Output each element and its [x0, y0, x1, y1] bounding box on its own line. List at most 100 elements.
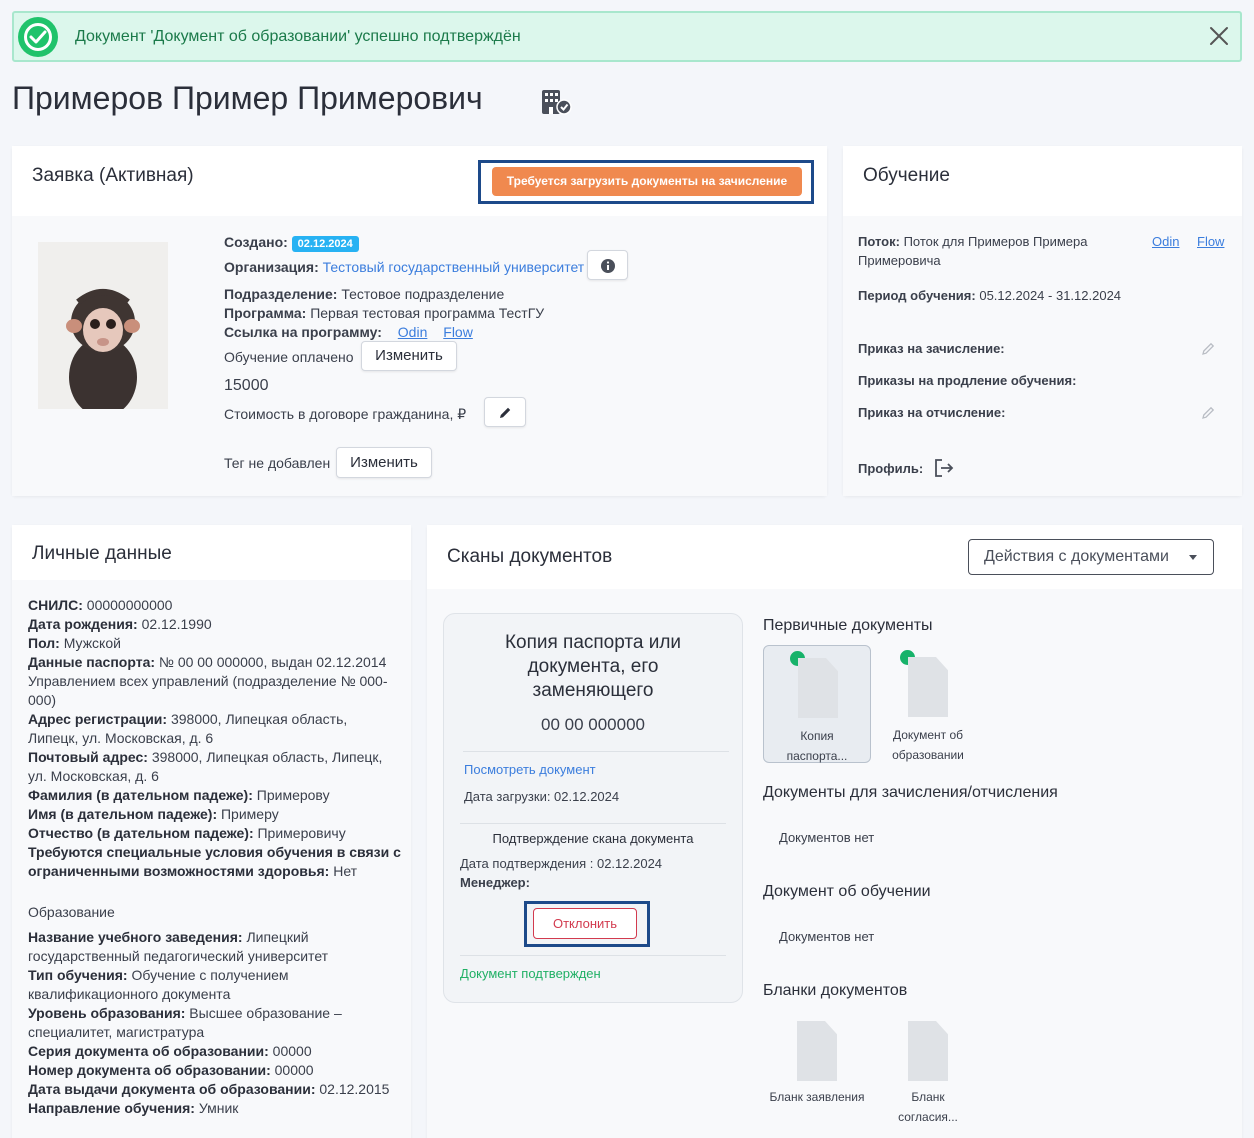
close-icon[interactable] — [1204, 21, 1234, 51]
doc-label: Бланк — [911, 1090, 945, 1104]
primary-docs-header: Первичные документы — [763, 617, 933, 634]
extension-orders-label: Приказы на продление обучения: — [858, 373, 1077, 388]
doc-label: паспорта... — [786, 749, 848, 763]
stream-odin-link[interactable]: Odin — [1152, 234, 1179, 249]
edit-enroll-order-icon[interactable] — [1200, 341, 1216, 362]
confirmed-text: Документ подтвержден — [460, 966, 601, 981]
file-icon — [908, 1021, 948, 1081]
personal-line: Данные паспорта: № 00 00 000000, выдан 0… — [28, 654, 387, 670]
personal-line: Почтовый адрес: 398000, Липецкая область… — [28, 749, 383, 765]
blank-consent[interactable]: Бланк согласия... — [874, 1015, 982, 1125]
personal-line: Управлением всех управлений (подразделен… — [28, 673, 388, 689]
doc-label: согласия... — [898, 1110, 958, 1124]
check-circle-icon — [18, 17, 58, 57]
doc-title-line: заменяющего — [532, 680, 654, 701]
pencil-icon — [500, 407, 511, 418]
personal-data-card: Личные данные СНИЛС: 00000000000 Дата ро… — [12, 525, 411, 1138]
paid-label: Обучение оплачено — [224, 349, 354, 365]
blanks-header: Бланки документов — [763, 982, 908, 999]
personal-line: Адрес регистрации: 398000, Липецкая обла… — [28, 711, 348, 727]
divider — [460, 823, 726, 824]
paid-change-button[interactable]: Изменить — [361, 341, 457, 371]
divider — [463, 751, 729, 752]
stream-label: Поток: — [858, 234, 900, 249]
program-flow-link[interactable]: Flow — [443, 324, 473, 340]
period-label: Период обучения: — [858, 288, 976, 303]
personal-data-list: СНИЛС: 00000000000 Дата рождения: 02.12.… — [28, 596, 403, 1118]
program-value: Первая тестовая программа ТестГУ — [310, 305, 545, 321]
file-icon — [797, 1021, 837, 1081]
program-odin-link[interactable]: Odin — [398, 324, 428, 340]
education-line: Дата выдачи документа об образовании: 02… — [28, 1081, 390, 1097]
blank-application[interactable]: Бланк заявления — [763, 1015, 871, 1125]
personal-line: Требуются специальные условия обучения в… — [28, 844, 401, 860]
period-value: 05.12.2024 - 31.12.2024 — [979, 288, 1122, 303]
created-date-badge: 02.12.2024 — [291, 236, 359, 252]
stream-value: Поток для Примеров Примера — [903, 234, 1088, 249]
personal-line: ограниченными возможностями здоровья: Не… — [28, 863, 358, 879]
personal-line: 000) — [28, 692, 57, 708]
primary-doc-education[interactable]: Документ об образовании — [874, 645, 982, 763]
caret-down-icon — [1189, 555, 1197, 560]
doc-label: Копия — [800, 729, 834, 743]
primary-doc-passport[interactable]: Копия паспорта... — [763, 645, 871, 763]
stream-value-2: Примеровича — [858, 253, 941, 268]
divider — [460, 955, 726, 956]
doc-title-line: документа, его — [527, 656, 659, 677]
file-icon — [908, 657, 948, 717]
doc-label: образовании — [892, 748, 964, 762]
info-icon — [600, 259, 615, 273]
enroll-docs-empty: Документов нет — [779, 830, 875, 845]
personal-title: Личные данные — [32, 543, 172, 564]
passport-doc-card: Копия паспорта или документа, его заменя… — [443, 613, 743, 1003]
view-document-link[interactable]: Посмотреть документ — [464, 762, 596, 777]
confirm-date: Дата подтверждения : 02.12.2024 — [460, 856, 663, 871]
education-line: Название учебного заведения: Липецкий — [28, 929, 309, 945]
program-label: Программа: — [224, 305, 307, 321]
dept-value: Тестовое подразделение — [341, 286, 505, 302]
document-actions-label: Действия с документами — [984, 548, 1169, 565]
education-line: Номер документа об образовании: 00000 — [28, 1062, 314, 1078]
scans-title: Сканы документов — [447, 546, 613, 567]
dept-label: Подразделение: — [224, 286, 338, 302]
edu-doc-empty: Документов нет — [779, 929, 875, 944]
doc-number: 00 00 000000 — [541, 715, 645, 734]
education-line: Тип обучения: Обучение с получением — [28, 967, 289, 983]
application-card: Заявка (Активная) Требуется загрузить до… — [12, 146, 827, 496]
reject-button[interactable]: Отклонить — [533, 908, 637, 939]
tag-change-button[interactable]: Изменить — [336, 447, 432, 478]
personal-line: Пол: Мужской — [28, 635, 121, 651]
page-title: Примеров Пример Примерович — [12, 80, 483, 116]
sign-out-icon[interactable] — [933, 458, 955, 483]
application-title: Заявка (Активная) — [32, 165, 194, 186]
education-line: Серия документа об образовании: 00000 — [28, 1043, 312, 1059]
stream-flow-link[interactable]: Flow — [1197, 234, 1224, 249]
personal-line: Имя (в дательном падеже): Примеру — [28, 806, 279, 822]
edit-cost-button[interactable] — [484, 397, 526, 427]
org-info-button[interactable] — [587, 250, 628, 280]
personal-line: Фамилия (в дательном падеже): Примерову — [28, 787, 330, 803]
upload-date: Дата загрузки: 02.12.2024 — [464, 789, 620, 804]
education-line: государственный педагогический университ… — [28, 948, 329, 964]
edit-expel-order-icon[interactable] — [1200, 405, 1216, 426]
status-button[interactable]: Требуется загрузить документы на зачисле… — [492, 167, 802, 196]
doc-label: Документ об — [892, 728, 964, 742]
doc-title-line: Копия паспорта или — [504, 632, 682, 653]
edu-doc-header: Документ об обучении — [763, 883, 931, 900]
expel-order-label: Приказ на отчисление: — [858, 405, 1006, 420]
created-label: Создано: — [224, 234, 288, 250]
doc-label: Бланк заявления — [769, 1090, 865, 1104]
success-alert: Документ 'Документ об образовании' успеш… — [12, 11, 1242, 62]
education-title: Обучение — [863, 165, 950, 186]
education-line: Направление обучения: Умник — [28, 1100, 239, 1116]
alert-message: Документ 'Документ об образовании' успеш… — [75, 28, 521, 45]
tag-label: Тег не добавлен — [224, 455, 331, 471]
building-check-icon[interactable] — [540, 88, 572, 121]
cost-label: Стоимость в договоре гражданина, ₽ — [224, 406, 467, 422]
scans-card: Сканы документов Действия с документами … — [427, 525, 1242, 1138]
org-link[interactable]: Тестовый государственный университет — [323, 259, 585, 275]
personal-line: СНИЛС: 00000000000 — [28, 597, 173, 613]
file-icon — [798, 658, 838, 718]
org-label: Организация: — [224, 259, 319, 275]
document-actions-dropdown[interactable]: Действия с документами — [968, 539, 1214, 575]
